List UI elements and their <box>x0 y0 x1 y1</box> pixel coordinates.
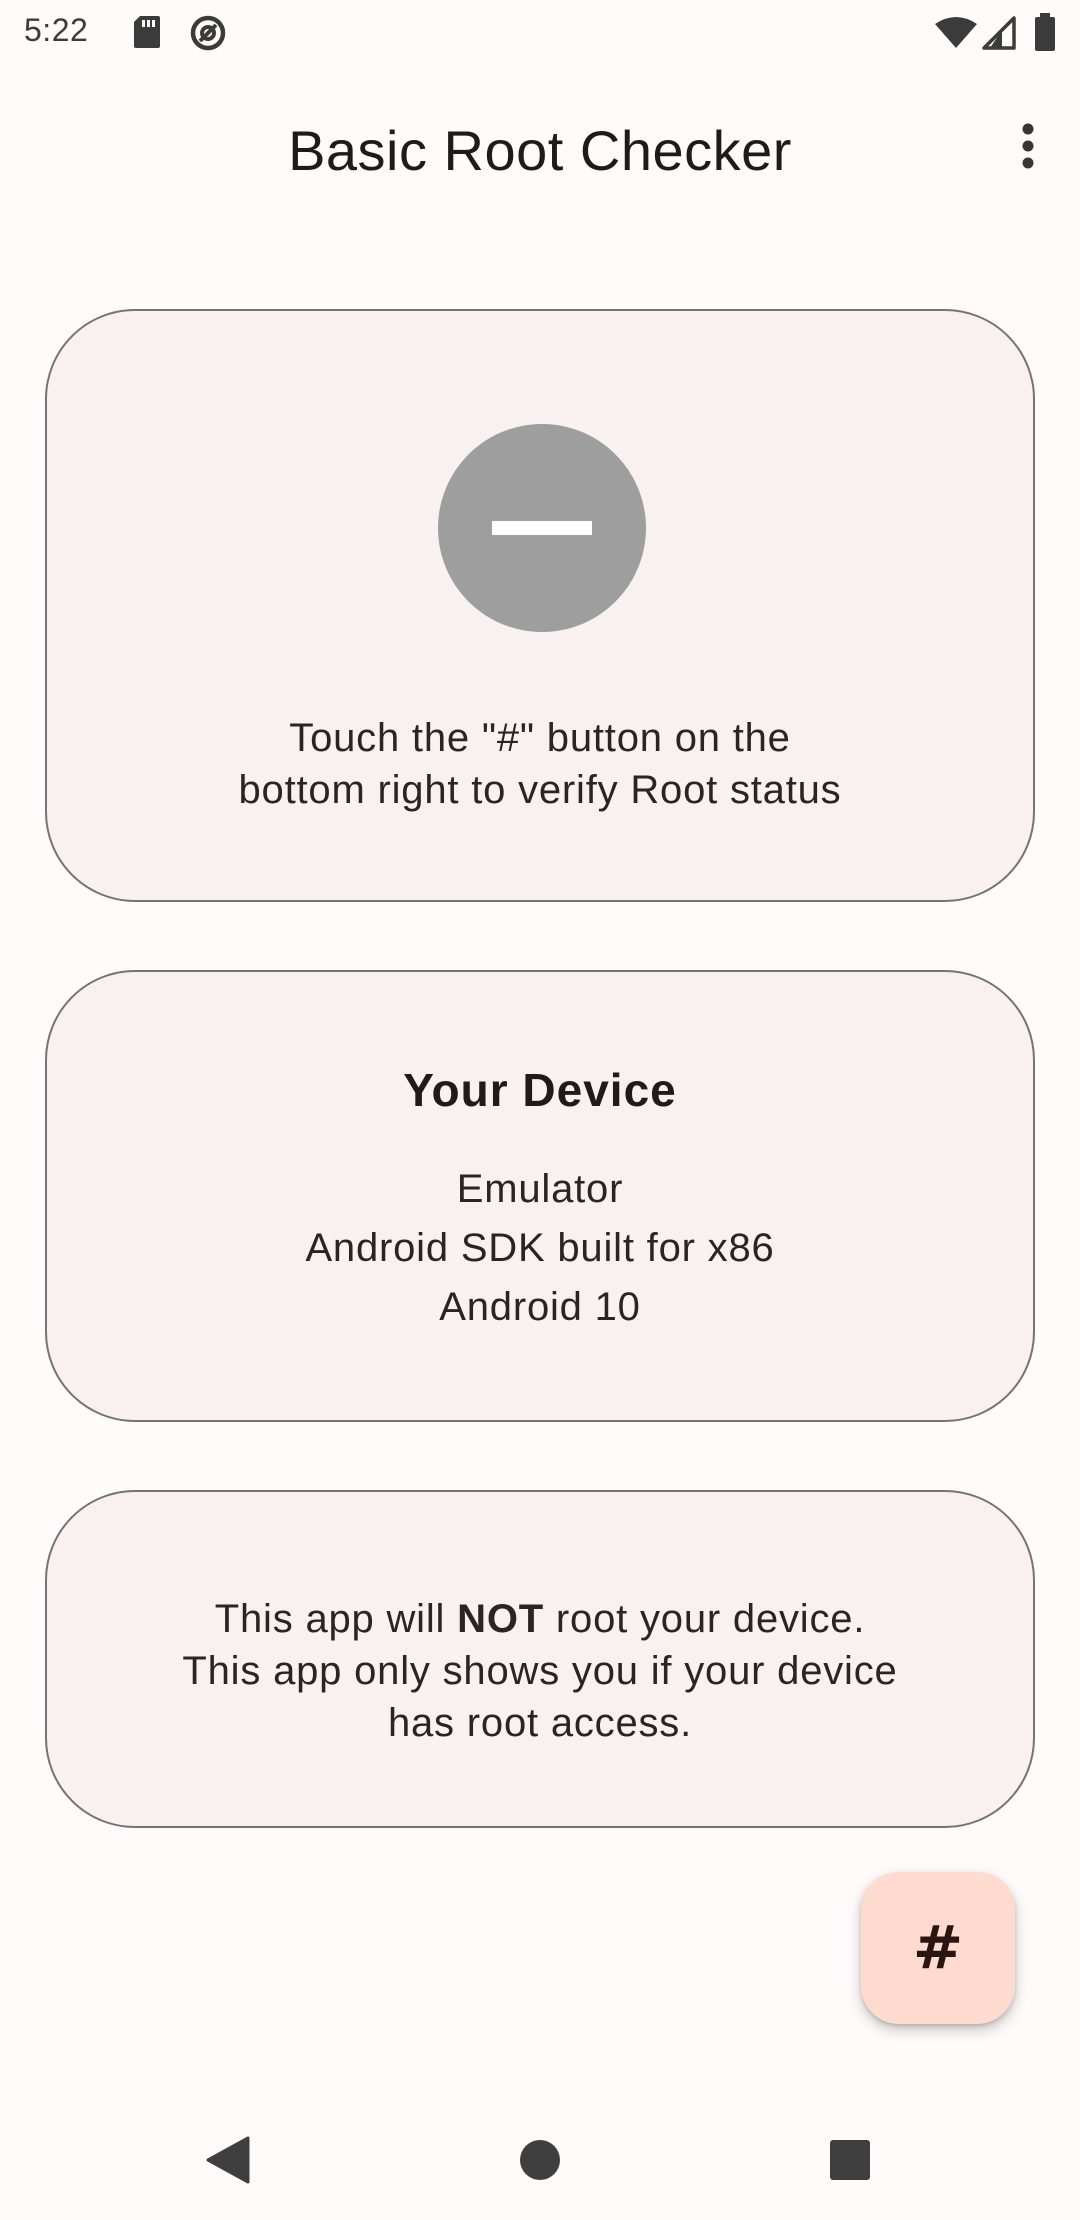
navigation-bar <box>0 2100 1080 2220</box>
battery-icon <box>1035 13 1055 51</box>
status-dash <box>492 521 592 535</box>
back-triangle-icon <box>206 2136 250 2184</box>
disclaimer-emphasis: NOT <box>457 1597 545 1641</box>
recents-square-icon <box>830 2140 870 2180</box>
nav-recents-button[interactable] <box>810 2120 890 2200</box>
status-time: 5:22 <box>24 12 89 48</box>
disclaimer-line-1-suffix: root your device. <box>544 1597 866 1641</box>
nav-home-button[interactable] <box>500 2120 580 2200</box>
check-root-fab[interactable]: # <box>861 1872 1015 2024</box>
wifi-icon <box>935 17 977 48</box>
device-info: Emulator Android SDK built for x86 Andro… <box>47 1160 1033 1337</box>
disclaimer-text: This app will NOT root your device. This… <box>47 1593 1033 1749</box>
sd-card-icon <box>134 16 160 48</box>
device-model: Emulator <box>456 1167 624 1211</box>
status-message: Touch the "#" button on the bottom right… <box>47 712 1033 816</box>
more-vert-icon <box>1022 123 1034 169</box>
status-message-line-1: Touch the "#" button on the <box>289 716 791 760</box>
status-bar: 5:22 <box>0 0 1080 66</box>
nav-back-button[interactable] <box>188 2120 268 2200</box>
device-build: Android SDK built for x86 <box>305 1226 775 1270</box>
status-message-line-2: bottom right to verify Root status <box>238 768 842 812</box>
app-bar: Basic Root Checker <box>0 66 1080 242</box>
cell-signal-icon <box>982 16 1016 50</box>
disclaimer-card: This app will NOT root your device. This… <box>45 1490 1035 1828</box>
app-title: Basic Root Checker <box>288 119 792 182</box>
device-heading: Your Device <box>403 1064 677 1116</box>
disclaimer-line-1: This app will NOT root your device. <box>47 1593 1033 1645</box>
device-info-card: Your Device Emulator Android SDK built f… <box>45 970 1035 1422</box>
hash-icon: # <box>912 1913 964 1983</box>
disclaimer-line-1-prefix: This app will <box>214 1597 458 1641</box>
at-sign-icon <box>190 15 226 51</box>
overflow-menu-button[interactable] <box>992 110 1064 182</box>
disclaimer-line-3: has root access. <box>387 1701 693 1745</box>
disclaimer-line-2: This app only shows you if your device <box>182 1649 898 1693</box>
device-os-version: Android 10 <box>439 1285 641 1329</box>
home-circle-icon <box>520 2140 560 2180</box>
root-status-card: Touch the "#" button on the bottom right… <box>45 309 1035 902</box>
status-unknown-icon <box>438 424 646 632</box>
